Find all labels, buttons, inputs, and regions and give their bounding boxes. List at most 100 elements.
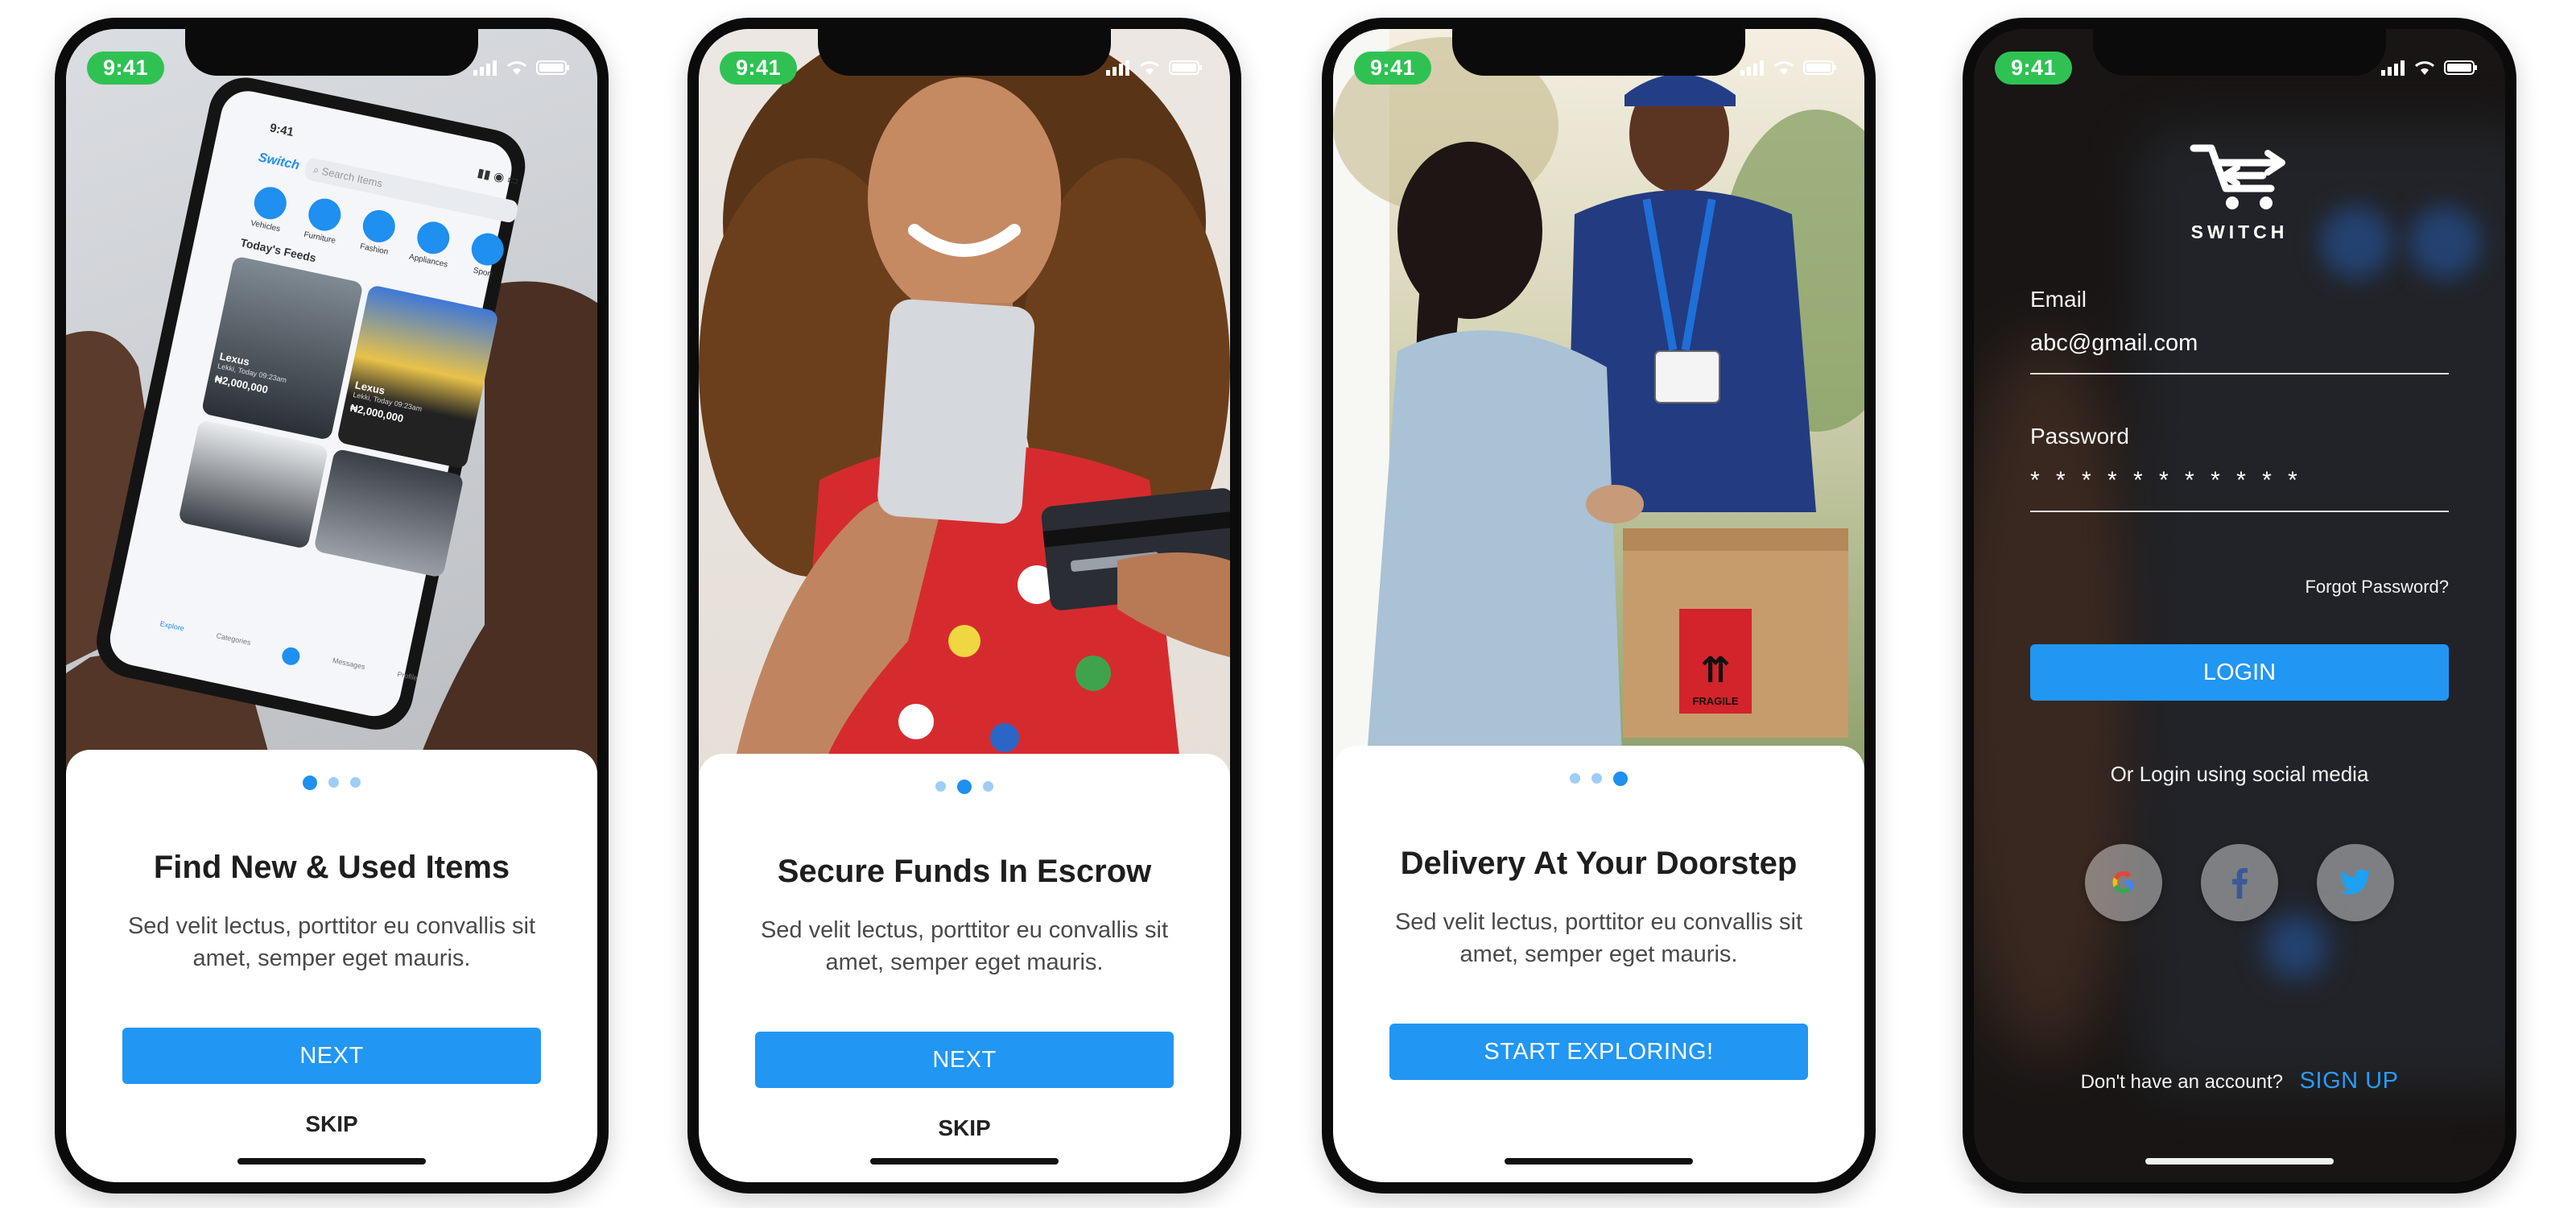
mock-category: Vehicles bbox=[242, 183, 295, 235]
wifi-icon bbox=[506, 61, 527, 75]
status-bar: 9:41 bbox=[1995, 50, 2484, 85]
home-indicator[interactable] bbox=[2145, 1158, 2334, 1165]
battery-icon bbox=[2444, 60, 2477, 75]
mock-category: Fashion bbox=[351, 206, 404, 259]
status-time: 9:41 bbox=[1995, 51, 2073, 85]
wifi-icon bbox=[2414, 61, 2435, 75]
screen-onboarding-2: 9:41 Secure Funds In Escrow Sed velit le… bbox=[699, 29, 1230, 1182]
home-indicator[interactable] bbox=[237, 1158, 426, 1165]
battery-icon bbox=[536, 60, 569, 75]
google-login-button[interactable] bbox=[2085, 844, 2162, 921]
email-field-group: Email abc@gmail.com bbox=[2030, 287, 2449, 374]
onboarding-description: Sed velit lectus, porttitor eu convallis… bbox=[127, 913, 536, 971]
battery-icon bbox=[1169, 60, 1202, 75]
page-dot[interactable] bbox=[350, 777, 361, 788]
skip-button[interactable]: SKIP bbox=[305, 1111, 357, 1137]
onboarding-description: Sed velit lectus, porttitor eu convallis… bbox=[760, 917, 1169, 975]
fragile-text: FRAGILE bbox=[1692, 695, 1739, 707]
page-dot[interactable] bbox=[328, 777, 339, 788]
status-bar: 9:41 bbox=[720, 50, 1209, 85]
password-label: Password bbox=[2030, 424, 2129, 449]
status-bar: 9:41 bbox=[1354, 50, 1843, 85]
mock-listing-card bbox=[177, 419, 329, 550]
home-indicator[interactable] bbox=[1505, 1158, 1693, 1165]
facebook-login-button[interactable] bbox=[2201, 844, 2278, 921]
login-button[interactable]: LOGIN bbox=[2030, 644, 2449, 701]
start-exploring-button[interactable]: START EXPLORING! bbox=[1389, 1024, 1808, 1080]
page-dot[interactable] bbox=[1570, 773, 1580, 784]
login-form: SWITCH Email abc@gmail.com Password * * … bbox=[1974, 29, 2505, 1182]
onboarding-description: Sed velit lectus, porttitor eu convallis… bbox=[1394, 909, 1803, 967]
status-bar: 9:41 bbox=[87, 50, 576, 85]
status-icons bbox=[1740, 60, 1843, 76]
social-login-row bbox=[1974, 844, 2505, 921]
status-time: 9:41 bbox=[1354, 51, 1432, 85]
page-indicator bbox=[1333, 772, 1864, 786]
photo-woman-paying-by-card bbox=[699, 29, 1230, 778]
mock-tab: Categories bbox=[215, 631, 252, 647]
mock-listing-card: Lexus Lekki, Today 09:23am ₦2,000,000 bbox=[200, 255, 364, 441]
onboarding-card: Find New & Used Items Sed velit lectus, … bbox=[66, 750, 597, 1182]
status-icons bbox=[473, 60, 576, 76]
onboarding-title: Find New & Used Items bbox=[153, 850, 510, 885]
photo-hand-holding-phone: 9:41 ▮▮ ◉ ▭ Switch ⌕ Search Items Vehicl… bbox=[66, 29, 597, 778]
signal-icon bbox=[1740, 60, 1764, 76]
phone-onboarding-1: 9:41 9:41 ▮▮ ◉ ▭ Switch ⌕ Search Items V… bbox=[55, 18, 609, 1194]
password-field-group: Password * * * * * * * * * * * bbox=[2030, 424, 2449, 512]
page-indicator bbox=[699, 780, 1230, 794]
page-dot[interactable] bbox=[1591, 773, 1602, 784]
signup-link[interactable]: SIGN UP bbox=[2300, 1068, 2399, 1094]
switch-logo: SWITCH bbox=[2187, 142, 2292, 243]
phone-onboarding-3: 9:41 ⇈ FRAGILE Delivery At Your Doorstep… bbox=[1322, 18, 1876, 1194]
signup-row: Don't have an account? SIGN UP bbox=[1974, 1068, 2505, 1094]
wifi-icon bbox=[1139, 61, 1160, 75]
forgot-password-link[interactable]: Forgot Password? bbox=[2305, 577, 2449, 598]
password-field[interactable]: * * * * * * * * * * * bbox=[2030, 467, 2449, 512]
up-arrows-icon: ⇈ bbox=[1700, 651, 1731, 690]
mock-listing-card bbox=[313, 448, 464, 578]
page-dot[interactable] bbox=[957, 780, 972, 794]
social-login-caption: Or Login using social media bbox=[2110, 762, 2369, 786]
status-time: 9:41 bbox=[87, 51, 165, 85]
page-dot[interactable] bbox=[1613, 772, 1628, 786]
onboarding-title: Delivery At Your Doorstep bbox=[1400, 846, 1798, 881]
onboarding-card: Secure Funds In Escrow Sed velit lectus,… bbox=[699, 754, 1230, 1182]
twitter-icon bbox=[2339, 869, 2371, 895]
screen-login: 9:41 SWITCH Email abc@gmail.com Password… bbox=[1974, 29, 2505, 1182]
onboarding-card: Delivery At Your Doorstep Sed velit lect… bbox=[1333, 746, 1864, 1182]
page-dot[interactable] bbox=[935, 781, 946, 792]
mock-listing-card: Lexus Lekki, Today 09:23am ₦2,000,000 bbox=[336, 284, 499, 470]
page-indicator bbox=[66, 776, 597, 790]
cart-logo-icon bbox=[2190, 144, 2285, 209]
email-field[interactable]: abc@gmail.com bbox=[2030, 330, 2449, 374]
phone-onboarding-2: 9:41 Secure Funds In Escrow Sed velit le… bbox=[687, 18, 1241, 1194]
status-time: 9:41 bbox=[720, 51, 798, 85]
next-button[interactable]: NEXT bbox=[755, 1032, 1174, 1088]
mock-category: Furniture bbox=[297, 194, 350, 246]
google-icon bbox=[2112, 871, 2134, 893]
skip-button[interactable]: SKIP bbox=[938, 1115, 990, 1141]
wifi-icon bbox=[1773, 61, 1794, 75]
signal-icon bbox=[1106, 60, 1129, 76]
mock-tab: Messages bbox=[332, 656, 366, 672]
email-label: Email bbox=[2030, 287, 2087, 312]
next-button[interactable]: NEXT bbox=[122, 1028, 541, 1084]
status-icons bbox=[2381, 60, 2484, 76]
page-dot[interactable] bbox=[303, 776, 317, 790]
screen-onboarding-3: 9:41 ⇈ FRAGILE Delivery At Your Doorstep… bbox=[1333, 29, 1864, 1182]
twitter-login-button[interactable] bbox=[2317, 844, 2394, 921]
onboarding-title: Secure Funds In Escrow bbox=[777, 854, 1152, 889]
screen-onboarding-1: 9:41 9:41 ▮▮ ◉ ▭ Switch ⌕ Search Items V… bbox=[66, 29, 597, 1182]
signal-icon bbox=[2381, 60, 2405, 76]
mock-category: Appliances bbox=[406, 217, 459, 270]
mock-tab-camera-icon bbox=[280, 645, 302, 667]
home-indicator[interactable] bbox=[870, 1158, 1059, 1165]
facebook-icon bbox=[2232, 867, 2248, 899]
signal-icon bbox=[473, 60, 497, 76]
phone-login: 9:41 SWITCH Email abc@gmail.com Password… bbox=[1963, 18, 2516, 1194]
battery-icon bbox=[1803, 60, 1836, 75]
page-dot[interactable] bbox=[983, 781, 993, 792]
photo-courier-delivering-package: ⇈ FRAGILE bbox=[1333, 29, 1864, 778]
no-account-text: Don't have an account? bbox=[2080, 1071, 2283, 1093]
mock-category: Sport bbox=[460, 229, 513, 281]
